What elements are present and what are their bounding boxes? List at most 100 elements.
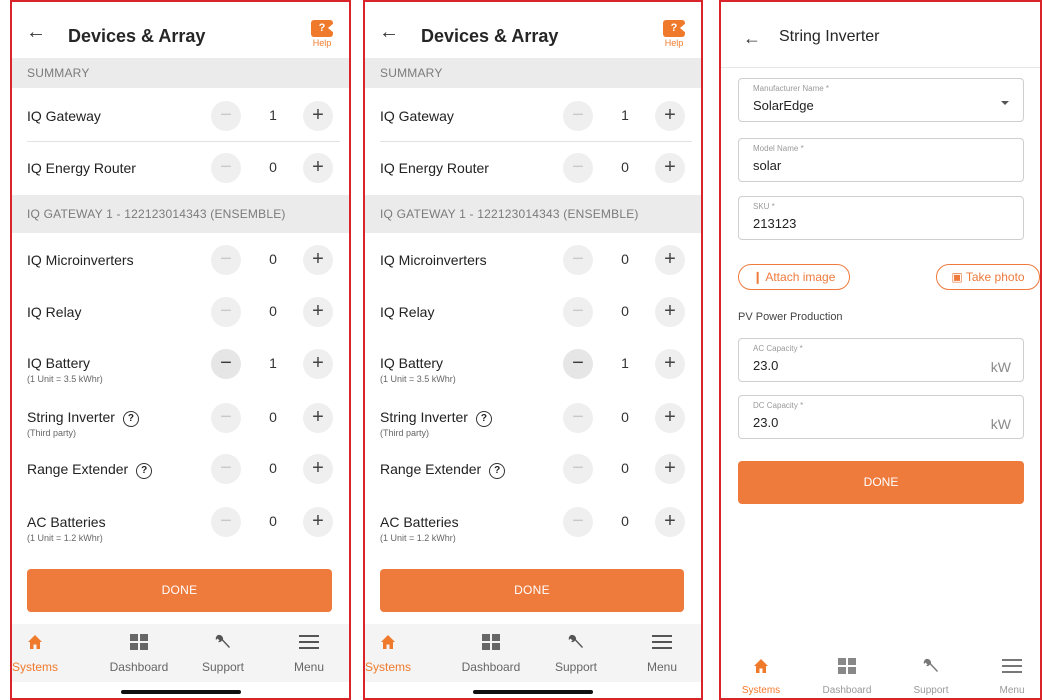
increment-button[interactable]: + [655, 403, 685, 433]
increment-button[interactable]: + [303, 454, 333, 484]
back-arrow-icon[interactable]: ← [379, 22, 401, 42]
row-label: IQ Energy Router [380, 160, 489, 176]
decrement-button[interactable]: − [563, 101, 593, 131]
increment-button[interactable]: + [655, 101, 685, 131]
quantity-value: 1 [621, 107, 629, 123]
nav-dashboard[interactable]: Dashboard [104, 632, 174, 674]
decrement-button[interactable]: − [563, 454, 593, 484]
string-inverter-screen: ← String Inverter Manufacturer Name * So… [719, 0, 1042, 700]
decrement-button[interactable]: − [563, 245, 593, 275]
increment-button[interactable]: + [303, 101, 333, 131]
done-button[interactable]: DONE [738, 461, 1024, 504]
help-label: Help [312, 38, 332, 48]
nav-support[interactable]: Support [188, 632, 258, 674]
increment-button[interactable]: + [655, 349, 685, 379]
row-iq-energy-router: IQ Energy Router − 0 + [365, 142, 701, 194]
header: ← Devices & Array ? Help [365, 2, 701, 60]
nav-menu[interactable]: Menu [627, 632, 697, 674]
pv-power-section-label: PV Power Production [738, 311, 843, 323]
row-label: String Inverter [380, 409, 468, 425]
nav-support[interactable]: Support [899, 658, 963, 696]
increment-button[interactable]: + [655, 507, 685, 537]
decrement-button[interactable]: − [563, 403, 593, 433]
question-icon[interactable]: ? [136, 463, 153, 479]
done-button[interactable]: DONE [27, 569, 332, 612]
quantity-stepper: − 0 + [211, 297, 333, 327]
increment-button[interactable]: + [655, 297, 685, 327]
back-arrow-icon[interactable]: ← [26, 22, 48, 42]
manufacturer-select[interactable]: Manufacturer Name * SolarEdge [738, 78, 1024, 122]
nav-systems[interactable]: Systems [365, 632, 423, 674]
nav-label: Systems [741, 685, 781, 696]
row-label: IQ Microinverters [380, 252, 487, 268]
decrement-button[interactable]: − [563, 297, 593, 327]
quantity-value: 1 [269, 355, 277, 371]
row-iq-gateway: IQ Gateway − 1 + [365, 90, 701, 142]
sku-field[interactable]: SKU * 213123 [738, 196, 1024, 240]
decrement-button[interactable]: − [211, 153, 241, 183]
dashboard-icon [104, 632, 174, 652]
nav-support[interactable]: Support [541, 632, 611, 674]
question-icon[interactable]: ? [475, 411, 492, 427]
increment-button[interactable]: + [303, 297, 333, 327]
nav-label: Menu [999, 685, 1025, 696]
increment-button[interactable]: + [303, 153, 333, 183]
increment-button[interactable]: + [655, 245, 685, 275]
quantity-stepper: − 0 + [563, 403, 685, 433]
decrement-button[interactable]: − [211, 245, 241, 275]
bottom-nav: Systems Dashboard Support Menu [12, 624, 349, 682]
quantity-stepper: − 0 + [563, 153, 685, 183]
decrement-button[interactable]: − [563, 349, 593, 379]
field-value: 23.0 [753, 358, 779, 373]
increment-button[interactable]: + [303, 403, 333, 433]
question-icon[interactable]: ? [489, 463, 506, 479]
quantity-value: 0 [269, 303, 277, 319]
decrement-button[interactable]: − [211, 101, 241, 131]
help-button[interactable]: ? Help [663, 20, 686, 48]
question-icon[interactable]: ? [122, 411, 139, 427]
increment-button[interactable]: + [303, 245, 333, 275]
decrement-button[interactable]: − [211, 349, 241, 379]
quantity-value: 0 [269, 460, 277, 476]
model-name-field[interactable]: Model Name * solar [738, 138, 1024, 182]
nav-systems[interactable]: Systems [729, 658, 793, 696]
row-label: IQ Energy Router [27, 160, 136, 176]
quantity-stepper: − 0 + [563, 454, 685, 484]
take-photo-button[interactable]: ▣ Take photo [936, 264, 1040, 290]
row-label: Range Extender [380, 461, 482, 477]
row-range-extender: Range Extender? − 0 + [365, 443, 701, 495]
row-iq-battery: IQ Battery (1 Unit = 3.5 kWhr) − 1 + [365, 338, 701, 390]
nav-label: Menu [646, 660, 678, 674]
quantity-stepper: − 0 + [211, 403, 333, 433]
nav-systems[interactable]: Systems [12, 632, 70, 674]
done-button[interactable]: DONE [380, 569, 684, 612]
back-arrow-icon[interactable]: ← [743, 28, 761, 49]
ac-capacity-field[interactable]: AC Capacity * 23.0 kW [738, 338, 1024, 382]
help-button[interactable]: ? Help [311, 20, 334, 48]
increment-button[interactable]: + [303, 349, 333, 379]
field-label: DC Capacity * [753, 401, 804, 410]
decrement-button[interactable]: − [211, 297, 241, 327]
increment-button[interactable]: + [655, 454, 685, 484]
nav-menu[interactable]: Menu [274, 632, 344, 674]
attach-image-button[interactable]: ❙ Attach image [738, 264, 850, 290]
nav-dashboard[interactable]: Dashboard [815, 658, 879, 696]
decrement-button[interactable]: − [211, 403, 241, 433]
decrement-button[interactable]: − [211, 454, 241, 484]
increment-button[interactable]: + [303, 507, 333, 537]
quantity-value: 0 [621, 513, 629, 529]
quantity-value: 0 [621, 460, 629, 476]
row-iq-gateway: IQ Gateway − 1 + [12, 90, 349, 142]
nav-menu[interactable]: Menu [980, 658, 1040, 696]
nav-dashboard[interactable]: Dashboard [456, 632, 526, 674]
decrement-button[interactable]: − [563, 507, 593, 537]
row-label-wrap: String Inverter? [27, 409, 139, 427]
devices-array-screen-2: ← Devices & Array ? Help SUMMARY IQ Gate… [363, 0, 703, 700]
dashboard-icon [815, 658, 879, 679]
decrement-button[interactable]: − [563, 153, 593, 183]
increment-button[interactable]: + [655, 153, 685, 183]
decrement-button[interactable]: − [211, 507, 241, 537]
row-label: AC Batteries [27, 514, 106, 530]
dc-capacity-field[interactable]: DC Capacity * 23.0 kW [738, 395, 1024, 439]
quantity-value: 0 [621, 159, 629, 175]
